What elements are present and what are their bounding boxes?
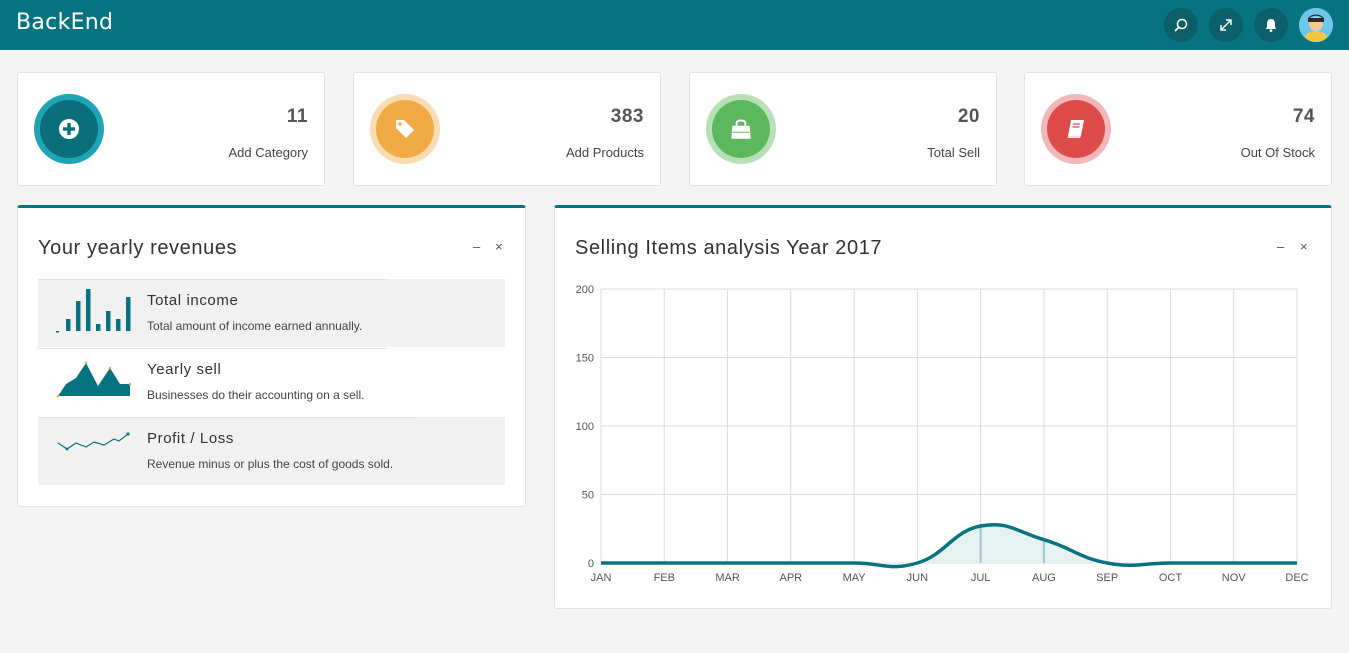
close-button[interactable]: ×: [495, 239, 503, 254]
item-desc: Revenue minus or plus the cost of goods …: [147, 457, 394, 471]
search-button[interactable]: [1164, 8, 1198, 42]
stat-label: Out Of Stock: [1240, 145, 1315, 160]
minimize-button[interactable]: –: [473, 239, 480, 254]
search-icon: [1174, 18, 1188, 32]
stat-card-stock[interactable]: 74 Out Of Stock: [1024, 72, 1332, 186]
list-item-total-income[interactable]: Total income Total amount of income earn…: [38, 279, 505, 347]
stat-value: 20: [957, 106, 980, 127]
app-logo[interactable]: BackEnd: [16, 10, 113, 35]
item-desc: Businesses do their accounting on a sell…: [147, 388, 365, 402]
minimize-button[interactable]: –: [1277, 239, 1284, 254]
stat-icon-ring: [706, 94, 776, 164]
stat-value: 383: [610, 106, 644, 127]
stat-label: Add Category: [228, 145, 309, 160]
area-chart-icon: [56, 361, 132, 398]
stat-icon-ring: [370, 94, 440, 164]
analysis-panel: Selling Items analysis Year 2017 – ×: [554, 205, 1332, 609]
item-title: Profit / Loss: [147, 430, 234, 447]
item-desc: Total amount of income earned annually.: [147, 319, 363, 333]
user-avatar[interactable]: [1299, 8, 1333, 42]
close-button[interactable]: ×: [1300, 239, 1308, 254]
expand-icon: [1220, 19, 1232, 31]
top-navbar: BackEnd: [0, 0, 1349, 50]
stat-card-products[interactable]: 383 Add Products: [353, 72, 661, 186]
notifications-button[interactable]: [1254, 8, 1288, 42]
avatar-icon: [1299, 8, 1333, 42]
revenues-panel: Your yearly revenues – × Total income To…: [17, 205, 526, 507]
list-item-profit-loss[interactable]: Profit / Loss Revenue minus or plus the …: [38, 417, 505, 485]
plus-circle-icon: [59, 119, 79, 139]
item-title: Total income: [147, 292, 239, 309]
bell-icon: [1265, 19, 1277, 32]
fullscreen-button[interactable]: [1209, 8, 1243, 42]
panel-title: Selling Items analysis Year 2017: [575, 237, 883, 259]
stat-card-sell[interactable]: 20 Total Sell: [689, 72, 997, 186]
bar-chart-icon: [56, 289, 131, 333]
panel-title: Your yearly revenues: [38, 237, 238, 259]
stat-value: 11: [286, 106, 308, 127]
stat-card-category[interactable]: 11 Add Category: [17, 72, 325, 186]
item-title: Yearly sell: [147, 361, 222, 378]
stat-icon-ring: [1041, 94, 1111, 164]
stat-label: Add Products: [565, 145, 644, 160]
shopping-bag-icon: [731, 119, 751, 139]
stat-label: Total Sell: [927, 145, 980, 160]
book-icon: [1067, 120, 1084, 138]
tag-icon: [396, 120, 414, 138]
stat-icon-ring: [34, 94, 104, 164]
stat-value: 74: [1292, 106, 1315, 127]
line-chart-icon: [57, 432, 130, 451]
list-item-yearly-sell[interactable]: Yearly sell Businesses do their accounti…: [38, 348, 505, 416]
